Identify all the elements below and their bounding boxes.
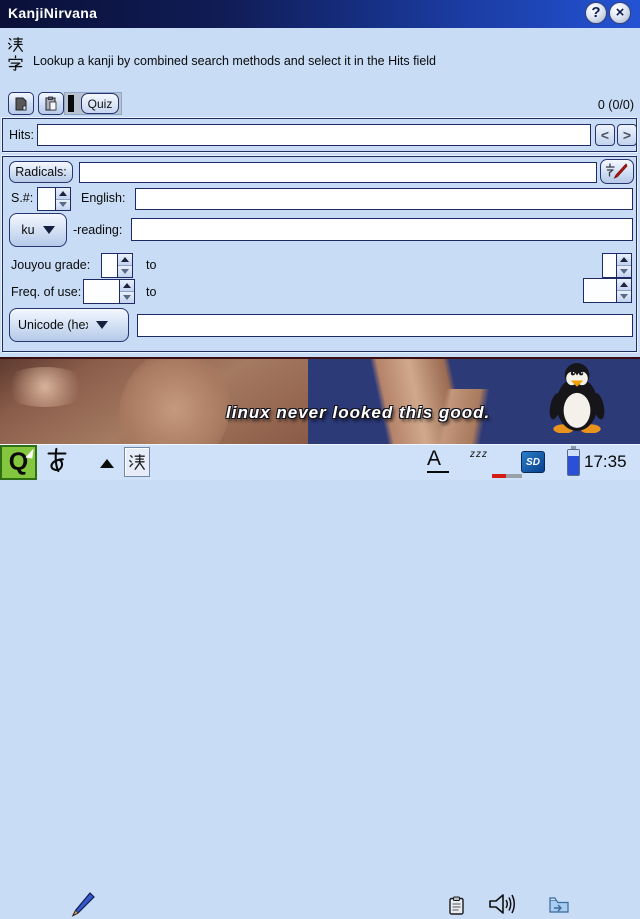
kanji-ji-icon	[7, 55, 24, 72]
kanji-han-icon	[7, 36, 24, 53]
quiz-toggle-frame[interactable]: Quiz	[64, 92, 122, 115]
advert-banner[interactable]: linux never looked this good.	[0, 357, 640, 444]
volume-applet[interactable]	[487, 892, 517, 916]
letter-a-icon: A	[427, 448, 451, 470]
title-bar: KanjiNirvana ? ×	[0, 0, 640, 28]
font-size-applet[interactable]: A	[427, 448, 451, 473]
banner-photo-hand	[0, 367, 90, 407]
spin-down-button[interactable]	[56, 200, 70, 211]
spin-down-button[interactable]	[118, 266, 132, 277]
code-type-dropdown[interactable]: Unicode (hex	[9, 308, 129, 342]
close-button[interactable]: ×	[609, 2, 631, 24]
spin-down-button[interactable]	[617, 291, 631, 302]
spin-up-button[interactable]	[120, 280, 134, 292]
jouyou-to-spinner[interactable]	[602, 253, 632, 278]
handwriting-ime-button[interactable]	[68, 891, 95, 919]
suspend-applet[interactable]: zzz	[470, 449, 488, 460]
english-input[interactable]	[135, 188, 633, 210]
launcher-button[interactable]: Q	[0, 445, 37, 480]
hit-counter: 0 (0/0)	[598, 98, 634, 112]
jouyou-grade-label: Jouyou grade:	[11, 258, 90, 272]
radicals-button[interactable]: Radicals:	[9, 161, 73, 183]
jouyou-to-input[interactable]	[603, 254, 616, 277]
freq-to-input[interactable]	[584, 279, 616, 302]
window-title: KanjiNirvana	[8, 5, 97, 21]
chevron-down-icon	[96, 321, 108, 329]
jouyou-from-spinner[interactable]	[101, 253, 133, 278]
paste-button[interactable]	[38, 92, 64, 115]
banner-slogan: linux never looked this good.	[226, 403, 490, 423]
english-label: English:	[81, 191, 125, 205]
sd-card-icon: SD	[526, 457, 540, 468]
reading-type-value: ku	[21, 223, 34, 237]
code-type-value: Unicode (hex	[18, 318, 88, 332]
spin-up-button[interactable]	[56, 188, 70, 200]
handwriting-button[interactable]	[600, 159, 634, 184]
reading-type-dropdown[interactable]: ku	[9, 213, 67, 247]
help-button[interactable]: ?	[585, 2, 607, 24]
spin-down-button[interactable]	[617, 266, 631, 277]
spin-down-button[interactable]	[120, 292, 134, 303]
reading-label: -reading:	[73, 223, 122, 237]
hits-panel: Hits: < >	[2, 118, 637, 152]
help-icon: ?	[591, 4, 600, 21]
stroke-count-label: S.#:	[11, 191, 33, 205]
hiragana-a-icon	[44, 447, 70, 473]
storage-applet[interactable]	[549, 896, 569, 914]
copy-button[interactable]	[8, 92, 34, 115]
quiz-indicator	[68, 95, 74, 112]
screen: { "colors": { "titlebar_left": "#0a1038"…	[0, 0, 640, 480]
app-kanji-logo	[7, 36, 25, 72]
copy-icon	[13, 96, 29, 112]
input-method-button[interactable]	[44, 447, 70, 473]
spin-up-button[interactable]	[617, 279, 631, 291]
freq-to-label: to	[146, 285, 156, 299]
clipboard-icon	[449, 896, 464, 915]
clock[interactable]: 17:35	[584, 452, 627, 472]
instruction-text: Lookup a kanji by combined search method…	[33, 54, 436, 68]
stroke-count-input[interactable]	[38, 188, 55, 210]
radicals-input[interactable]	[79, 162, 597, 183]
volume-level-bar	[492, 474, 522, 478]
pencil-icon	[68, 891, 95, 919]
ime-selector-arrow[interactable]	[100, 459, 114, 468]
spin-up-button[interactable]	[118, 254, 132, 266]
taskbar: Q A	[0, 444, 640, 480]
jouyou-to-label: to	[146, 258, 156, 272]
close-icon: ×	[616, 4, 625, 21]
jouyou-from-input[interactable]	[102, 254, 117, 277]
clipboard-applet[interactable]	[449, 896, 464, 915]
chevron-right-icon: >	[623, 127, 631, 143]
hits-label: Hits:	[9, 128, 34, 142]
handwriting-kanji-icon	[605, 162, 629, 181]
launcher-arrow-icon	[25, 448, 33, 459]
folder-icon	[549, 896, 569, 914]
speaker-icon	[487, 892, 517, 916]
stroke-count-spinner[interactable]	[37, 187, 71, 211]
spin-up-button[interactable]	[617, 254, 631, 266]
paste-icon	[43, 96, 59, 112]
chevron-down-icon	[43, 226, 55, 234]
quiz-button[interactable]: Quiz	[81, 93, 119, 114]
hits-input[interactable]	[37, 124, 591, 146]
tux-penguin-icon	[546, 361, 608, 433]
sd-card-applet[interactable]: SD	[521, 451, 545, 473]
next-hit-button[interactable]: >	[617, 124, 637, 146]
chevron-left-icon: <	[601, 127, 609, 143]
kanji-han-icon	[128, 453, 146, 471]
freq-from-spinner[interactable]	[83, 279, 135, 304]
battery-indicator[interactable]	[567, 449, 580, 476]
unicode-input[interactable]	[137, 314, 633, 337]
freq-to-spinner[interactable]	[583, 278, 632, 303]
search-panel: Radicals: S.#: English: ku -reading: Jou…	[2, 156, 637, 352]
taskbar-app-kanjinirvana[interactable]	[124, 447, 150, 477]
freq-of-use-label: Freq. of use:	[11, 285, 81, 299]
prev-hit-button[interactable]: <	[595, 124, 615, 146]
freq-from-input[interactable]	[84, 280, 119, 303]
reading-input[interactable]	[131, 218, 633, 241]
